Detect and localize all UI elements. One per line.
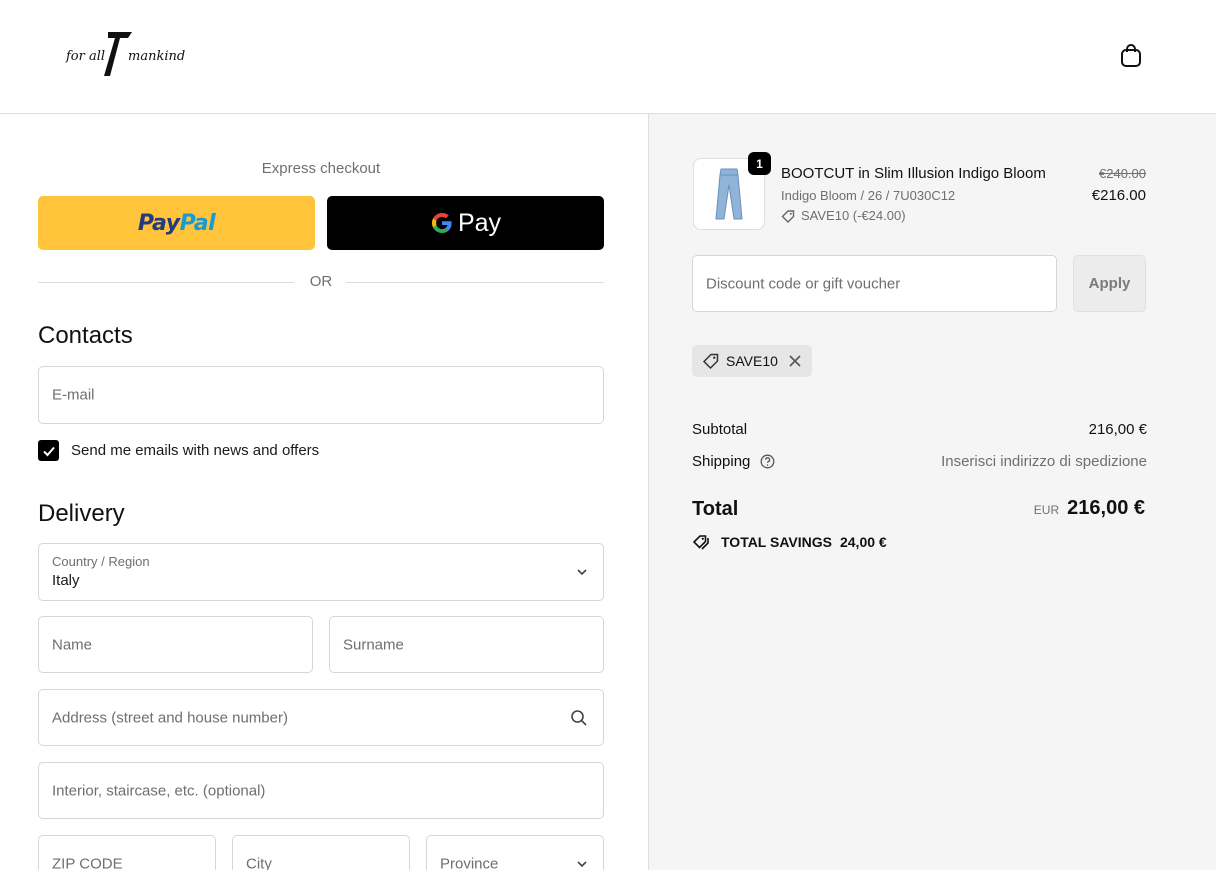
address-field[interactable]: Address (street and house number) xyxy=(38,689,604,746)
email-placeholder: E-mail xyxy=(52,386,95,404)
brand-logo[interactable]: for all mankind xyxy=(64,26,190,80)
price-original: €240.00 xyxy=(1099,166,1146,181)
newsletter-checkbox[interactable] xyxy=(38,440,59,461)
city-field[interactable]: City xyxy=(232,835,410,870)
city-placeholder: City xyxy=(246,855,272,870)
total-amount: EUR 216,00 € xyxy=(1034,497,1145,520)
product-variant: Indigo Bloom / 26 / 7U030C12 xyxy=(781,188,956,203)
surname-field[interactable]: Surname xyxy=(329,616,604,673)
newsletter-label: Send me emails with news and offers xyxy=(71,442,320,459)
subtotal-row: Subtotal 216,00 € xyxy=(692,421,1147,438)
product-discount: SAVE10 (-€24.00) xyxy=(781,208,906,223)
google-pay-button[interactable]: Pay xyxy=(327,196,604,250)
price-final: €216.00 xyxy=(1091,187,1146,204)
name-placeholder: Name xyxy=(52,636,93,653)
discount-placeholder: Discount code or gift voucher xyxy=(706,275,901,292)
delivery-title: Delivery xyxy=(38,500,125,527)
total-value: 216,00 € xyxy=(1067,497,1145,519)
order-summary: 1 BOOTCUT in Slim Illusion Indigo Bloom … xyxy=(648,114,1216,870)
checkmark-icon xyxy=(42,446,55,456)
chevron-down-icon xyxy=(577,569,587,576)
province-placeholder: Province xyxy=(440,855,499,870)
or-text: OR xyxy=(309,273,333,290)
site-header: for all mankind xyxy=(0,0,1216,114)
savings-label: TOTAL SAVINGS xyxy=(721,534,832,550)
checkout-form: Express checkout PayPal Pay OR Contacts … xyxy=(0,114,648,870)
paypal-logo: PayPal xyxy=(137,210,216,236)
savings-value: 24,00 € xyxy=(839,534,887,550)
tag-icon xyxy=(702,353,719,370)
express-checkout-title: Express checkout xyxy=(261,160,381,177)
interior-placeholder: Interior, staircase, etc. (optional) xyxy=(52,782,266,799)
google-pay-label: Pay xyxy=(457,208,502,237)
help-icon[interactable] xyxy=(760,454,775,469)
product-discount-text: SAVE10 (-€24.00) xyxy=(801,208,906,223)
or-divider: OR xyxy=(38,272,604,292)
country-select[interactable]: Country / Region Italy xyxy=(38,543,604,601)
search-icon xyxy=(571,710,587,726)
interior-field[interactable]: Interior, staircase, etc. (optional) xyxy=(38,762,604,819)
close-icon[interactable] xyxy=(788,354,802,368)
zip-placeholder: ZIP CODE xyxy=(52,855,123,870)
province-select[interactable]: Province xyxy=(426,835,604,870)
contacts-title: Contacts xyxy=(38,322,133,349)
applied-code-text: SAVE10 xyxy=(726,353,778,369)
shopping-bag-icon[interactable] xyxy=(1116,40,1146,70)
subtotal-value: 216,00 € xyxy=(1088,421,1147,438)
subtotal-label: Subtotal xyxy=(692,421,748,438)
shipping-label: Shipping xyxy=(692,453,751,470)
paypal-button[interactable]: PayPal xyxy=(38,196,315,250)
apply-button[interactable]: Apply xyxy=(1073,255,1146,312)
total-label: Total xyxy=(692,498,739,520)
total-currency: EUR xyxy=(1033,503,1060,517)
svg-text:for all: for all xyxy=(65,49,105,64)
zip-field[interactable]: ZIP CODE xyxy=(38,835,216,870)
total-savings: TOTAL SAVINGS 24,00 € xyxy=(692,533,887,551)
svg-text:mankind: mankind xyxy=(128,49,185,64)
tags-icon xyxy=(692,535,709,550)
jeans-image xyxy=(715,168,743,220)
quantity-badge: 1 xyxy=(748,152,771,175)
brand-logo-graphic: for all mankind xyxy=(65,32,185,76)
applied-code-chip: SAVE10 xyxy=(692,345,812,377)
country-label: Country / Region xyxy=(52,554,150,569)
google-g-icon xyxy=(431,213,452,233)
surname-placeholder: Surname xyxy=(343,636,404,653)
chevron-down-icon xyxy=(577,860,587,867)
name-field[interactable]: Name xyxy=(38,616,313,673)
country-value: Italy xyxy=(52,572,80,589)
email-field[interactable]: E-mail xyxy=(38,366,604,424)
newsletter-option[interactable]: Send me emails with news and offers xyxy=(38,440,319,461)
address-placeholder: Address (street and house number) xyxy=(52,709,288,726)
tag-icon xyxy=(781,209,795,223)
shipping-row: Shipping Inserisci indirizzo di spedizio… xyxy=(692,453,1147,470)
product-name: BOOTCUT in Slim Illusion Indigo Bloom xyxy=(781,165,1046,182)
discount-code-input[interactable]: Discount code or gift voucher xyxy=(692,255,1057,312)
shipping-value: Inserisci indirizzo di spedizione xyxy=(941,453,1147,470)
